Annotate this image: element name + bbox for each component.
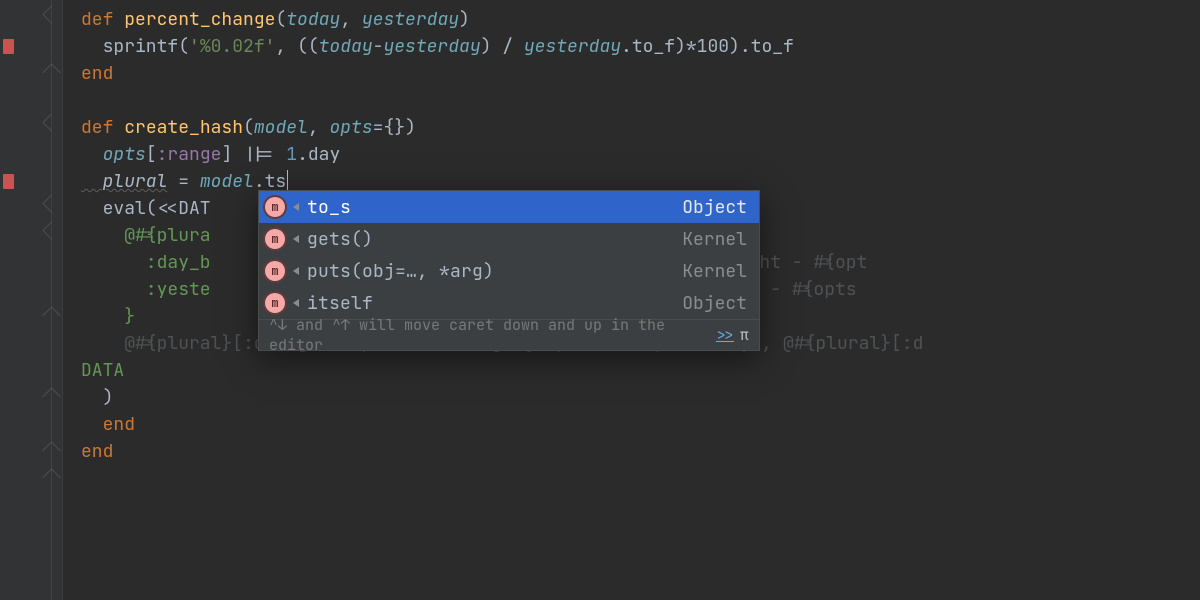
fold-guideline (51, 0, 52, 600)
completion-label: gets() (307, 228, 674, 251)
gutter-row (0, 438, 62, 465)
fold-handle-icon[interactable] (42, 5, 60, 23)
string-literal: '%0.02f' (189, 35, 275, 58)
gutter-row (0, 384, 62, 411)
fold-handle-icon[interactable] (42, 306, 60, 324)
code-line[interactable]: def create_hash(model, opts={}) (81, 114, 1200, 141)
unresolved-identifier: plural (81, 170, 167, 193)
completion-item[interactable]: m gets() Kernel (259, 223, 759, 255)
function-name: create_hash (124, 116, 243, 139)
function-name: percent_change (124, 8, 275, 31)
fold-handle-icon[interactable] (42, 63, 60, 81)
gutter (0, 0, 63, 600)
fold-handle-icon[interactable] (42, 468, 60, 486)
gutter-row (0, 60, 62, 87)
gutter-row (0, 6, 62, 33)
breakpoint-marker[interactable] (3, 174, 14, 189)
gutter-row (0, 33, 62, 60)
completion-label: to_s (307, 196, 674, 219)
completion-hint-text: ^↓ and ^↑ will move caret down and up in… (269, 315, 710, 355)
gutter-row (0, 465, 62, 492)
code-line[interactable]: end (81, 60, 1200, 87)
breakpoint-marker[interactable] (3, 39, 14, 54)
code-line[interactable]: opts[:range] ||= 1.day (81, 141, 1200, 168)
override-arrow-icon (293, 299, 299, 307)
fold-handle-icon[interactable] (42, 194, 60, 212)
fold-handle-icon[interactable] (42, 221, 60, 239)
code-area[interactable]: def percent_change(today, yesterday) spr… (63, 0, 1200, 600)
completion-type: Kernel (682, 228, 747, 251)
code-line[interactable]: end (81, 438, 1200, 465)
method-icon: m (265, 229, 285, 249)
keyword: def (81, 8, 113, 31)
param: today (286, 8, 340, 31)
gutter-row (0, 222, 62, 249)
fold-handle-icon[interactable] (42, 441, 60, 459)
code-line[interactable]: def percent_change(today, yesterday) (81, 6, 1200, 33)
override-arrow-icon (293, 267, 299, 275)
code-line[interactable]: ) (81, 384, 1200, 411)
method-icon: m (265, 261, 285, 281)
completion-popup[interactable]: m to_s Object m gets() Kernel m puts(obj… (258, 190, 760, 351)
override-arrow-icon (293, 203, 299, 211)
completion-type: Object (682, 292, 747, 315)
completion-type: Object (682, 196, 747, 219)
completion-type: Kernel (682, 260, 747, 283)
completion-item[interactable]: m to_s Object (259, 191, 759, 223)
code-line[interactable]: end (81, 411, 1200, 438)
text-caret (287, 170, 288, 191)
fold-handle-icon[interactable] (42, 113, 60, 131)
completion-label: itself (307, 292, 674, 315)
gutter-row (0, 195, 62, 222)
completion-hint-link[interactable]: >> (716, 325, 734, 345)
code-line[interactable]: DATA (81, 357, 1200, 384)
gutter-row (0, 168, 62, 195)
code-line[interactable] (81, 87, 1200, 114)
fold-handle-icon[interactable] (42, 387, 60, 405)
pi-icon[interactable]: π (740, 325, 749, 345)
completion-label: puts(obj=…, *arg) (307, 260, 674, 283)
gutter-row (0, 114, 62, 141)
completion-item[interactable]: m puts(obj=…, *arg) Kernel (259, 255, 759, 287)
method-icon: m (265, 293, 285, 313)
code-line[interactable]: sprintf('%0.02f', ((today−yesterday) / y… (81, 33, 1200, 60)
code-editor[interactable]: def percent_change(today, yesterday) spr… (0, 0, 1200, 600)
gutter-row (0, 303, 62, 330)
method-icon: m (265, 197, 285, 217)
completion-hint: ^↓ and ^↑ will move caret down and up in… (259, 319, 759, 350)
override-arrow-icon (293, 235, 299, 243)
param: yesterday (362, 8, 459, 31)
